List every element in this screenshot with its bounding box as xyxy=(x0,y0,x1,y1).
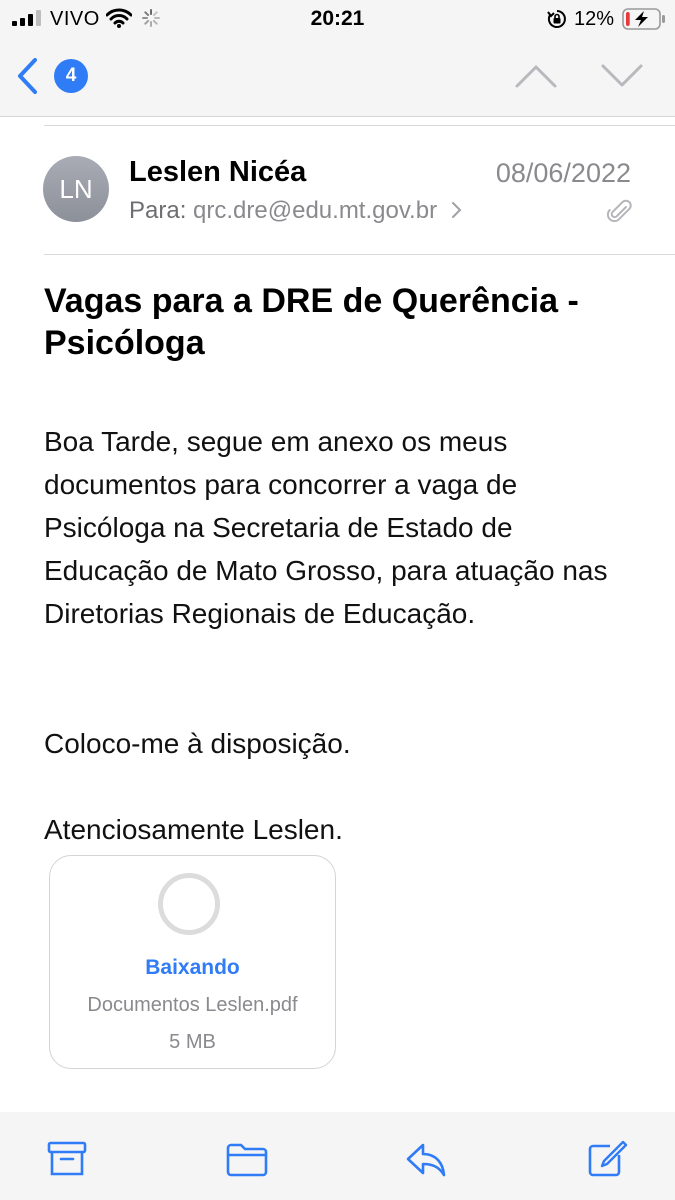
message-body-paragraph: Coloco-me à disposição. xyxy=(44,728,351,759)
next-message-chevron-icon[interactable] xyxy=(600,62,644,90)
recipient-address[interactable]: qrc.dre@edu.mt.gov.br xyxy=(193,197,437,224)
mail-nav-bar: 4 xyxy=(0,38,675,117)
to-label: Para: xyxy=(129,197,187,224)
folder-icon[interactable] xyxy=(226,1140,268,1178)
battery-charging-icon xyxy=(622,8,665,30)
bottom-toolbar xyxy=(0,1112,675,1200)
chevron-right-icon xyxy=(451,202,462,218)
archive-icon[interactable] xyxy=(46,1140,88,1178)
download-progress-icon xyxy=(158,873,220,935)
divider xyxy=(44,254,675,255)
sender-name[interactable]: Leslen Nicéa xyxy=(129,156,306,189)
divider xyxy=(44,125,675,126)
back-chevron-icon[interactable] xyxy=(14,56,40,96)
recipient-row[interactable]: Para: qrc.dre@edu.mt.gov.br xyxy=(129,197,462,225)
attachment-status: Baixando xyxy=(145,956,240,979)
battery-percent: 12% xyxy=(574,8,615,30)
attachment-size: 5 MB xyxy=(169,1031,216,1053)
rotation-lock-icon xyxy=(547,10,566,28)
status-bar: VIVO 20:21 12% xyxy=(0,0,675,38)
unread-count-badge[interactable]: 4 xyxy=(54,59,88,93)
attachment-card[interactable]: Baixando Documentos Leslen.pdf 5 MB xyxy=(49,855,336,1069)
attachment-filename: Documentos Leslen.pdf xyxy=(87,994,298,1016)
reply-icon[interactable] xyxy=(405,1140,447,1178)
paperclip-icon xyxy=(606,199,632,223)
message-body-paragraph: Boa Tarde, segue em anexo os meus docume… xyxy=(44,426,608,629)
message-date: 08/06/2022 xyxy=(495,158,631,188)
compose-icon[interactable] xyxy=(586,1140,628,1178)
previous-message-chevron-icon[interactable] xyxy=(514,62,558,90)
message-signature: Atenciosamente Leslen. xyxy=(44,814,343,845)
message-subject: Vagas para a DRE de Querência - Psicólog… xyxy=(44,282,579,362)
sender-avatar[interactable]: LN xyxy=(43,156,109,222)
